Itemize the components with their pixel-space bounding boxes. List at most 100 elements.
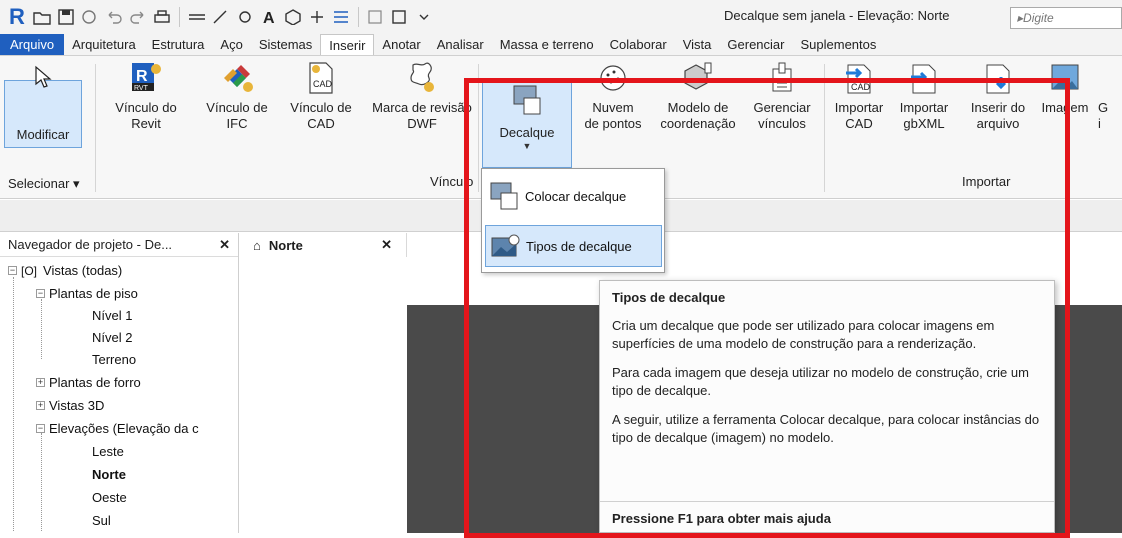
tree-plantas-piso[interactable]: − Plantas de piso (36, 286, 138, 301)
panel-separator (478, 64, 479, 192)
place-decal-icon (489, 180, 521, 212)
tree-label: Plantas de piso (49, 286, 138, 301)
tooltip-paragraph: A seguir, utilize a ferramenta Colocar d… (612, 412, 1040, 445)
link-ifc-line1: Vínculo de (206, 100, 268, 115)
close-icon[interactable]: ✕ (219, 237, 230, 253)
tab-gerenciar[interactable]: Gerenciar (719, 34, 792, 55)
import-gbxml-icon (906, 60, 942, 96)
project-browser-header: Navegador de projeto - De... ✕ (0, 233, 238, 257)
tree-label: Elevações (Elevação da c (49, 421, 199, 436)
modify-button[interactable]: Modificar (4, 65, 82, 148)
close-hidden-icon[interactable] (366, 7, 386, 27)
revit-logo-icon[interactable]: R (6, 4, 28, 30)
tree-nivel1[interactable]: Nível 1 (92, 308, 132, 323)
close-icon[interactable]: ✕ (381, 237, 392, 253)
image-button[interactable]: Imagem (1036, 60, 1094, 116)
tab-anotar[interactable]: Anotar (374, 34, 428, 55)
tree-sul[interactable]: Sul (92, 513, 111, 528)
import-cad-button[interactable]: CAD Importar CAD (828, 60, 890, 132)
switch-windows-icon[interactable] (390, 7, 410, 27)
coordination-model-button[interactable]: Modelo de coordenação (652, 60, 744, 132)
window-title: Decalque sem janela - Elevação: Norte (724, 8, 950, 23)
tree-leste[interactable]: Leste (92, 444, 124, 459)
tab-massa-terreno[interactable]: Massa e terreno (492, 34, 602, 55)
collapse-icon[interactable]: − (36, 424, 45, 433)
tree-label: Leste (92, 444, 124, 459)
tab-arquitetura[interactable]: Arquitetura (64, 34, 144, 55)
svg-text:A: A (263, 10, 275, 25)
point-cloud-button[interactable]: Nuvem de pontos (576, 60, 650, 132)
expand-icon[interactable]: + (36, 378, 45, 387)
view-canvas-left[interactable] (239, 257, 407, 533)
tree-vistas3d[interactable]: + Vistas 3D (36, 398, 104, 413)
import-gbxml-button[interactable]: Importar gbXML (892, 60, 956, 132)
dimension-icon[interactable] (211, 7, 231, 27)
insert-file-icon (980, 60, 1016, 96)
link-cad-button[interactable]: CAD Vínculo de CAD (280, 60, 362, 132)
dwf-markup-button[interactable]: Marca de revisão DWF (366, 60, 478, 132)
tag-icon[interactable] (235, 7, 255, 27)
decal-dropdown-menu: Colocar decalque Tipos de decalque (481, 168, 665, 273)
insert-from-file-button[interactable]: Inserir do arquivo (962, 60, 1034, 132)
project-browser-title: Navegador de projeto - De... (8, 237, 173, 252)
print-icon[interactable] (152, 7, 172, 27)
text-icon[interactable]: A (259, 7, 279, 27)
collapse-icon[interactable]: − (8, 266, 17, 275)
customize-qat-icon[interactable] (414, 7, 434, 27)
view-tab-norte[interactable]: ⌂ Norte ✕ (239, 233, 407, 257)
redo-icon[interactable] (128, 7, 148, 27)
panel-separator (95, 64, 96, 192)
tree-plantas-forro[interactable]: + Plantas de forro (36, 375, 141, 390)
tree-nivel2[interactable]: Nível 2 (92, 330, 132, 345)
collapse-icon[interactable]: − (36, 289, 45, 298)
undo-icon[interactable] (104, 7, 124, 27)
tab-inserir[interactable]: Inserir (320, 34, 375, 55)
menu-item-place-decal[interactable]: Colocar decalque (485, 175, 662, 217)
save-icon[interactable] (56, 7, 76, 27)
search-input[interactable]: ▸ Digite (1010, 7, 1122, 29)
tab-vista[interactable]: Vista (675, 34, 720, 55)
thin-lines-icon[interactable] (331, 7, 351, 27)
tree-elevacoes[interactable]: − Elevações (Elevação da c (36, 421, 199, 436)
tree-views-all[interactable]: − [O] Vistas (todas) (8, 263, 122, 278)
manage-links-line2: vínculos (758, 116, 806, 131)
truncated-line1: G (1098, 100, 1109, 115)
3d-view-icon[interactable] (283, 7, 303, 27)
tab-sistemas[interactable]: Sistemas (251, 34, 320, 55)
title-bar: R A Decalque sem janela - Elevação: Nort… (0, 0, 1122, 34)
link-cad-line1: Vínculo de (290, 100, 352, 115)
expand-icon[interactable]: + (36, 401, 45, 410)
tooltip-title: Tipos de decalque (612, 290, 726, 305)
link-revit-button[interactable]: R RVT Vínculo do Revit (100, 60, 192, 132)
tree-terreno[interactable]: Terreno (92, 352, 136, 367)
measure-icon[interactable] (187, 7, 207, 27)
insert-file-line2: arquivo (976, 116, 1020, 131)
tab-suplementos[interactable]: Suplementos (792, 34, 884, 55)
truncated-line2: i (1098, 116, 1101, 131)
separator (179, 7, 180, 27)
tree-oeste[interactable]: Oeste (92, 490, 127, 505)
panel-separator (824, 64, 825, 192)
manage-links-button[interactable]: Gerenciar vínculos (746, 60, 818, 132)
tab-analisar[interactable]: Analisar (429, 34, 492, 55)
tab-estrutura[interactable]: Estrutura (144, 34, 213, 55)
sync-icon[interactable] (80, 7, 100, 27)
point-cloud-icon (595, 60, 631, 96)
cursor-icon (25, 59, 61, 95)
link-ifc-button[interactable]: Vínculo de IFC (196, 60, 278, 132)
decal-button[interactable]: Decalque ▼ (482, 80, 572, 168)
truncated-button[interactable]: G i (1098, 60, 1122, 132)
select-dropdown[interactable]: Selecionar ▾ (8, 176, 80, 192)
open-icon[interactable] (32, 7, 52, 27)
project-browser: Navegador de projeto - De... ✕ − [O] Vista… (0, 233, 239, 533)
view-tab-title: ⌂ Norte (253, 238, 303, 253)
section-icon[interactable] (307, 7, 327, 27)
tab-colaborar[interactable]: Colaborar (602, 34, 675, 55)
insert-file-line1: Inserir do (970, 100, 1026, 115)
tree-norte[interactable]: Norte (92, 467, 126, 482)
tab-aco[interactable]: Aço (212, 34, 250, 55)
menu-item-decal-types[interactable]: Tipos de decalque (485, 225, 662, 267)
search-placeholder: Digite (1023, 11, 1054, 25)
tab-arquivo[interactable]: Arquivo (0, 34, 65, 55)
dwf-markup-line1: Marca de revisão (372, 100, 472, 115)
